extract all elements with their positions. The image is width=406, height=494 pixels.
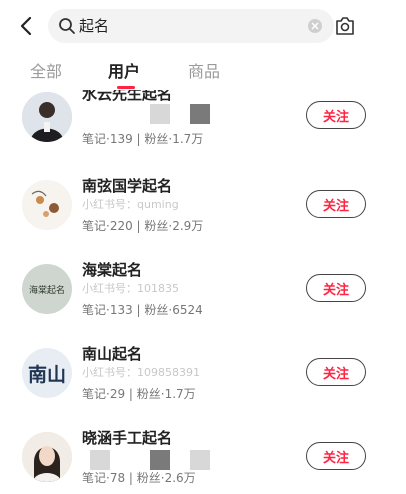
follow-button[interactable]: 关注 <box>306 190 366 218</box>
user-name: 晓涵手工起名 <box>82 429 173 447</box>
user-row[interactable]: 水云先生起名 笔记·139 | 粉丝·1.7万 关注 <box>0 90 406 168</box>
user-row[interactable]: 晓涵手工起名 笔记·78 | 粉丝·2.6万 关注 <box>0 424 406 494</box>
user-row[interactable]: 南山 南山起名 小红书号：109858391 笔记·29 | 粉丝·1.7万 关… <box>0 340 406 424</box>
user-id: 小红书号：109858391 <box>82 366 200 379</box>
avatar <box>22 92 72 142</box>
user-name: 南山起名 <box>82 345 143 363</box>
tab-users[interactable]: 用户 <box>108 60 140 84</box>
search-tabs: 全部 用户 商品 <box>0 58 406 88</box>
user-stats: 笔记·220 | 粉丝·2.9万 <box>82 219 204 233</box>
tab-products[interactable]: 商品 <box>188 60 220 84</box>
follow-button[interactable]: 关注 <box>306 274 366 302</box>
avatar-lettering: 海棠起名 <box>28 285 65 296</box>
user-name: 南弦国学起名 <box>82 177 173 195</box>
avatar <box>22 432 72 482</box>
user-name: 海棠起名 <box>82 261 143 279</box>
clear-icon[interactable] <box>308 19 322 33</box>
search-input[interactable]: 起名 <box>48 9 334 43</box>
tab-all[interactable]: 全部 <box>30 60 62 84</box>
user-stats: 笔记·133 | 粉丝·6524 <box>82 303 203 317</box>
avatar: 南山 <box>22 348 72 398</box>
avatar: 海棠起名 <box>22 264 72 314</box>
user-id: 小红书号：quming <box>82 198 179 211</box>
user-result-list: 水云先生起名 笔记·139 | 粉丝·1.7万 关注 南弦国学起名 小红书号：q… <box>0 90 406 494</box>
user-stats: 笔记·29 | 粉丝·1.7万 <box>82 387 196 401</box>
search-query: 起名 <box>79 17 110 35</box>
redaction-mask <box>90 450 110 470</box>
redaction-mask <box>150 450 170 470</box>
camera-icon <box>336 17 354 35</box>
tab-active-indicator <box>117 86 135 89</box>
user-name: 水云先生起名 <box>82 90 173 103</box>
follow-button[interactable]: 关注 <box>306 101 366 129</box>
follow-button[interactable]: 关注 <box>306 442 366 470</box>
chevron-left-icon <box>20 16 32 36</box>
avatar-lettering: 南山 <box>27 363 66 386</box>
redaction-mask <box>150 104 170 124</box>
user-row[interactable]: 南弦国学起名 小红书号：quming 笔记·220 | 粉丝·2.9万 关注 <box>0 172 406 256</box>
search-header: 起名 <box>0 0 406 52</box>
back-button[interactable] <box>14 12 38 40</box>
user-stats: 笔记·78 | 粉丝·2.6万 <box>82 471 196 485</box>
search-icon <box>59 18 75 34</box>
user-row[interactable]: 海棠起名 海棠起名 小红书号：101835 笔记·133 | 粉丝·6524 关… <box>0 256 406 340</box>
redaction-mask <box>190 450 210 470</box>
redaction-mask <box>190 104 210 124</box>
camera-search-button[interactable] <box>334 13 356 39</box>
follow-button[interactable]: 关注 <box>306 358 366 386</box>
user-id: 小红书号：101835 <box>82 282 179 295</box>
avatar <box>22 180 72 230</box>
user-stats: 笔记·139 | 粉丝·1.7万 <box>82 132 204 146</box>
